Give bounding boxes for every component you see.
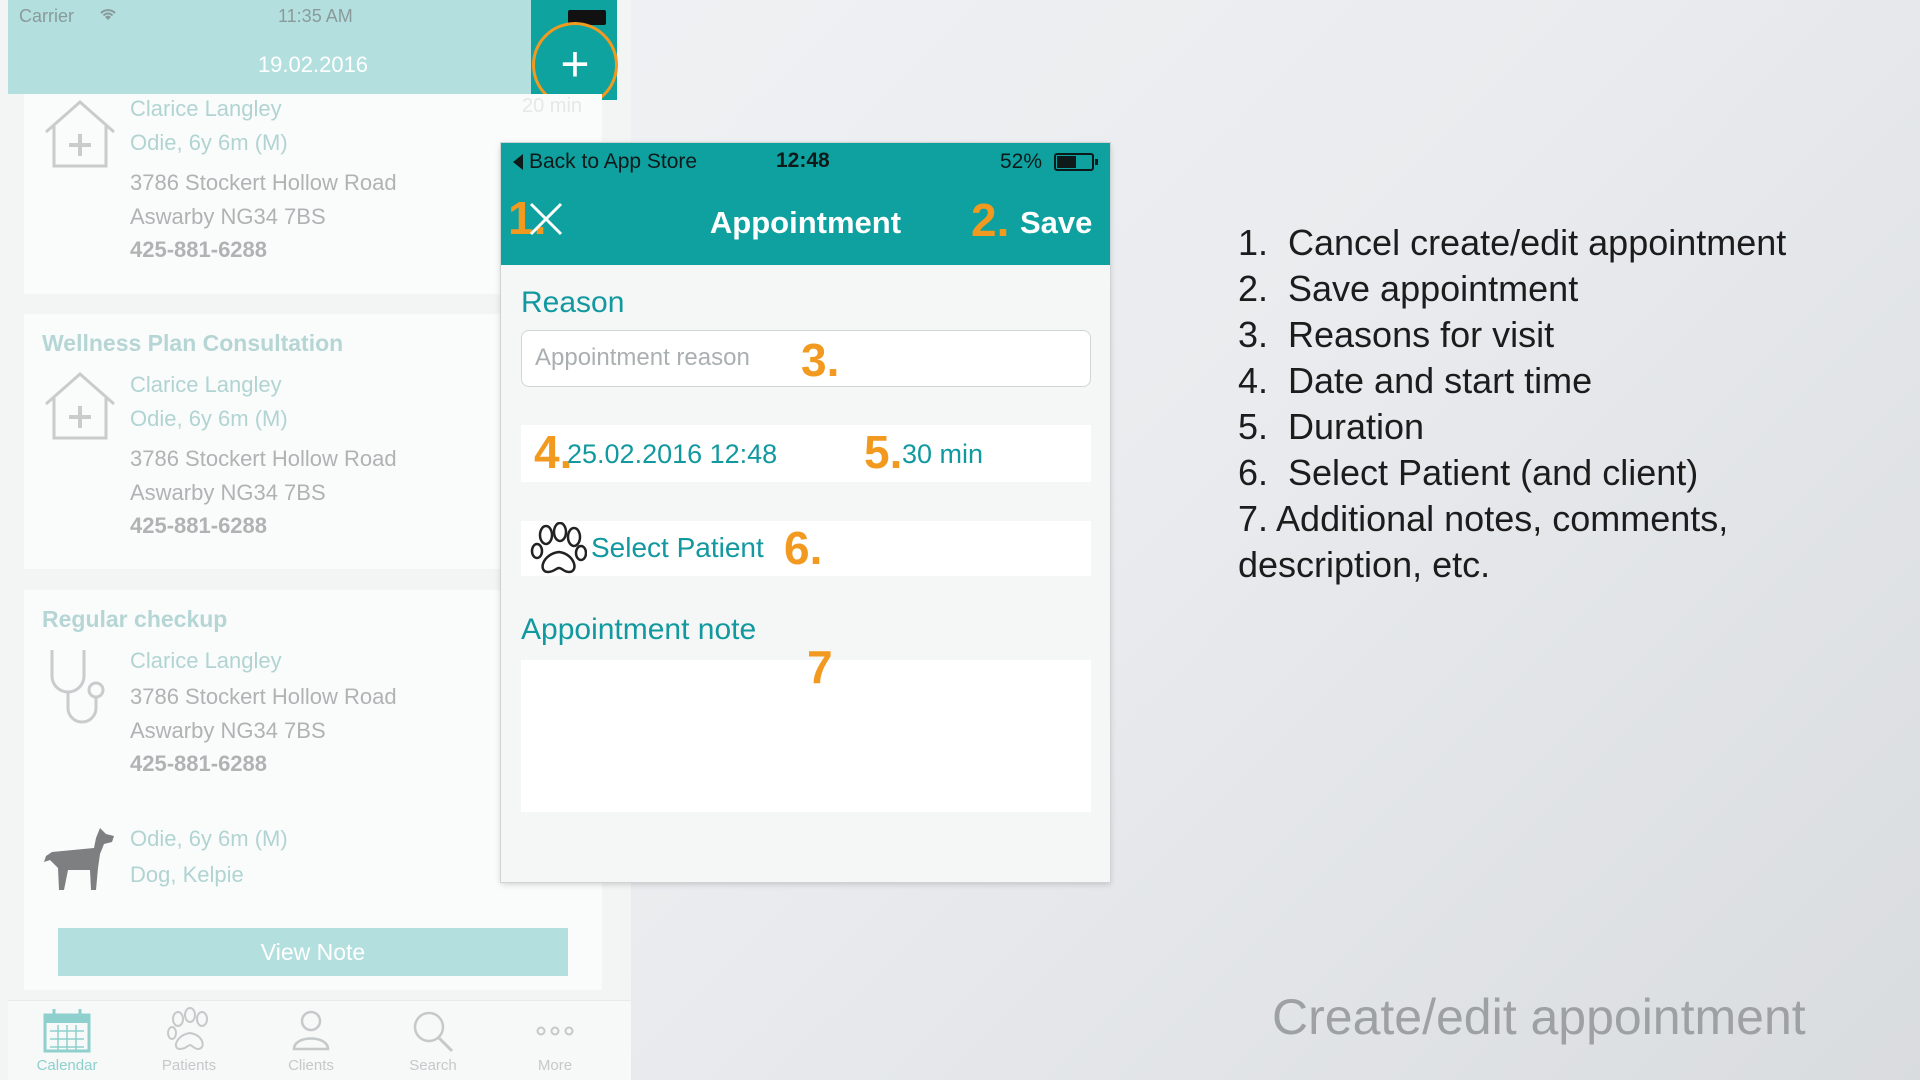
legend-item: 4. Date and start time (1238, 360, 1593, 401)
card-address-line1: 3786 Stockert Hollow Road (130, 684, 397, 709)
reason-label: Reason (521, 286, 625, 319)
card-phone: 425-881-6288 (130, 237, 268, 262)
card-address-line1: 3786 Stockert Hollow Road (130, 446, 397, 471)
legend-item: description, etc. (1238, 544, 1491, 585)
wifi-icon (98, 6, 118, 27)
back-to-app-store-link[interactable]: Back to App Store (529, 150, 697, 174)
dog-icon (44, 828, 114, 890)
clinic-house-icon (45, 99, 115, 168)
date-time-field[interactable]: 25.02.2016 12:48 (567, 439, 777, 470)
card-owner: Clarice Langley (130, 372, 282, 397)
tab-label: More (537, 1057, 573, 1074)
tab-label: Calendar (36, 1057, 98, 1074)
tab-patients[interactable]: Patients (139, 1007, 239, 1075)
card-duration: 20 min (522, 95, 583, 117)
legend-item: 3. Reasons for visit (1238, 314, 1555, 355)
modal-nav-bar: 1. Appointment 2. Save (501, 181, 1110, 265)
card-owner: Clarice Langley (130, 96, 282, 121)
card-phone: 425-881-6288 (130, 751, 268, 776)
battery-percentage: 52% (1000, 150, 1043, 173)
card-patient: Odie, 6y 6m (M) (130, 406, 288, 431)
view-note-button[interactable]: View Note (58, 928, 568, 976)
card-patient: Odie, 6y 6m (M) (130, 130, 288, 155)
appointment-note-label: Appointment note (521, 613, 757, 646)
card-species: Dog, Kelpie (130, 862, 244, 887)
tab-search[interactable]: Search (383, 1007, 483, 1075)
clinic-house-icon (45, 371, 115, 440)
reason-input[interactable]: Appointment reason 3. (521, 330, 1091, 387)
date-duration-row: 4. 25.02.2016 12:48 5. 30 min (521, 425, 1091, 482)
card-address-line2: Aswarby NG34 7BS (130, 480, 326, 505)
tab-clients[interactable]: Clients (261, 1007, 361, 1075)
tab-label: Patients (161, 1057, 217, 1074)
appointment-modal: Back to App Store 12:48 52% 1. Appointme… (501, 143, 1110, 882)
reason-placeholder: Appointment reason (535, 344, 750, 371)
person-icon (261, 1007, 361, 1057)
duration-field[interactable]: 30 min (902, 439, 983, 470)
calendar-header: 19.02.2016 (8, 32, 531, 94)
back-caret-icon[interactable] (513, 154, 523, 170)
modal-title: Appointment (709, 205, 902, 240)
legend-item: 1. Cancel create/edit appointment (1238, 222, 1787, 263)
annotation-legend: 1. Cancel create/edit appointment 2. Save … (1238, 220, 1878, 588)
legend-item: 5. Duration (1238, 406, 1425, 447)
carrier-label: Carrier (19, 6, 75, 26)
card-patient: Odie, 6y 6m (M) (130, 826, 288, 851)
tab-label: Clients (288, 1057, 334, 1074)
card-address-line2: Aswarby NG34 7BS (130, 718, 326, 743)
legend-item: 2. Save appointment (1238, 268, 1579, 309)
annotation-marker-3: 3. (801, 334, 840, 386)
card-title: Regular checkup (42, 606, 228, 632)
plus-icon: + (560, 36, 590, 92)
tab-more[interactable]: More (505, 1007, 605, 1075)
modal-clock: 12:48 (776, 149, 830, 172)
bg-status-bar: Carrier 11:35 AM (8, 0, 531, 32)
stethoscope-icon (50, 650, 105, 724)
modal-status-bar: Back to App Store 12:48 52% (501, 143, 1110, 181)
card-owner: Clarice Langley (130, 648, 282, 673)
slide-title: Create/edit appointment (1272, 989, 1806, 1045)
more-dots-icon (505, 1007, 605, 1057)
tab-label: Search (409, 1057, 457, 1074)
appointment-note-textarea[interactable] (521, 660, 1091, 812)
tab-bar: Calendar Patients Clients Search More (8, 1000, 631, 1080)
select-patient-row[interactable]: Select Patient 6. (521, 521, 1091, 576)
tab-calendar[interactable]: Calendar (17, 1007, 117, 1075)
paw-icon (530, 522, 587, 574)
select-patient-label: Select Patient (591, 532, 764, 563)
card-address-line2: Aswarby NG34 7BS (130, 204, 326, 229)
card-phone: 425-881-6288 (130, 513, 268, 538)
annotation-marker-2: 2. (971, 194, 1010, 246)
search-icon (383, 1007, 483, 1057)
legend-item: 6. Select Patient (and client) (1238, 452, 1699, 493)
paw-icon (139, 1007, 239, 1057)
annotation-marker-7: 7 (807, 641, 833, 693)
bg-clock: 11:35 AM (278, 6, 353, 26)
legend-item: 7. Additional notes, comments, (1238, 498, 1729, 539)
annotation-marker-6: 6. (784, 522, 823, 574)
card-address-line1: 3786 Stockert Hollow Road (130, 170, 397, 195)
save-button[interactable]: Save (1020, 205, 1092, 241)
battery-icon (1054, 153, 1098, 171)
calendar-icon (17, 1007, 117, 1057)
card-title: Wellness Plan Consultation (42, 330, 344, 356)
calendar-date: 19.02.2016 (257, 52, 369, 77)
annotation-marker-5: 5. (864, 426, 903, 478)
